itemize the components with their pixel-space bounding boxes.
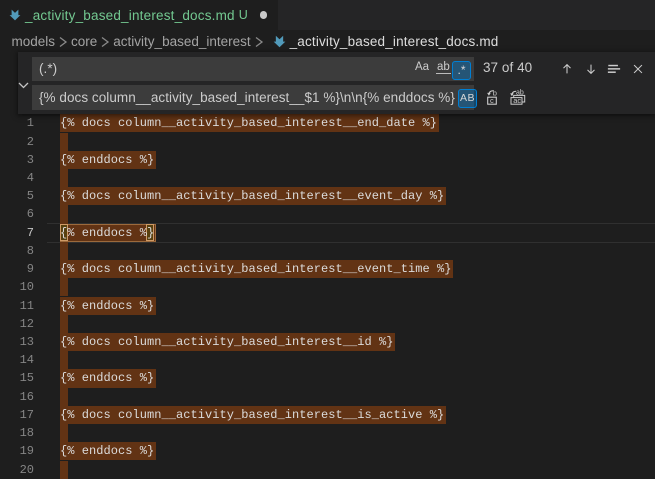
svg-text:c: c <box>490 96 494 105</box>
svg-text:ac: ac <box>513 96 521 105</box>
